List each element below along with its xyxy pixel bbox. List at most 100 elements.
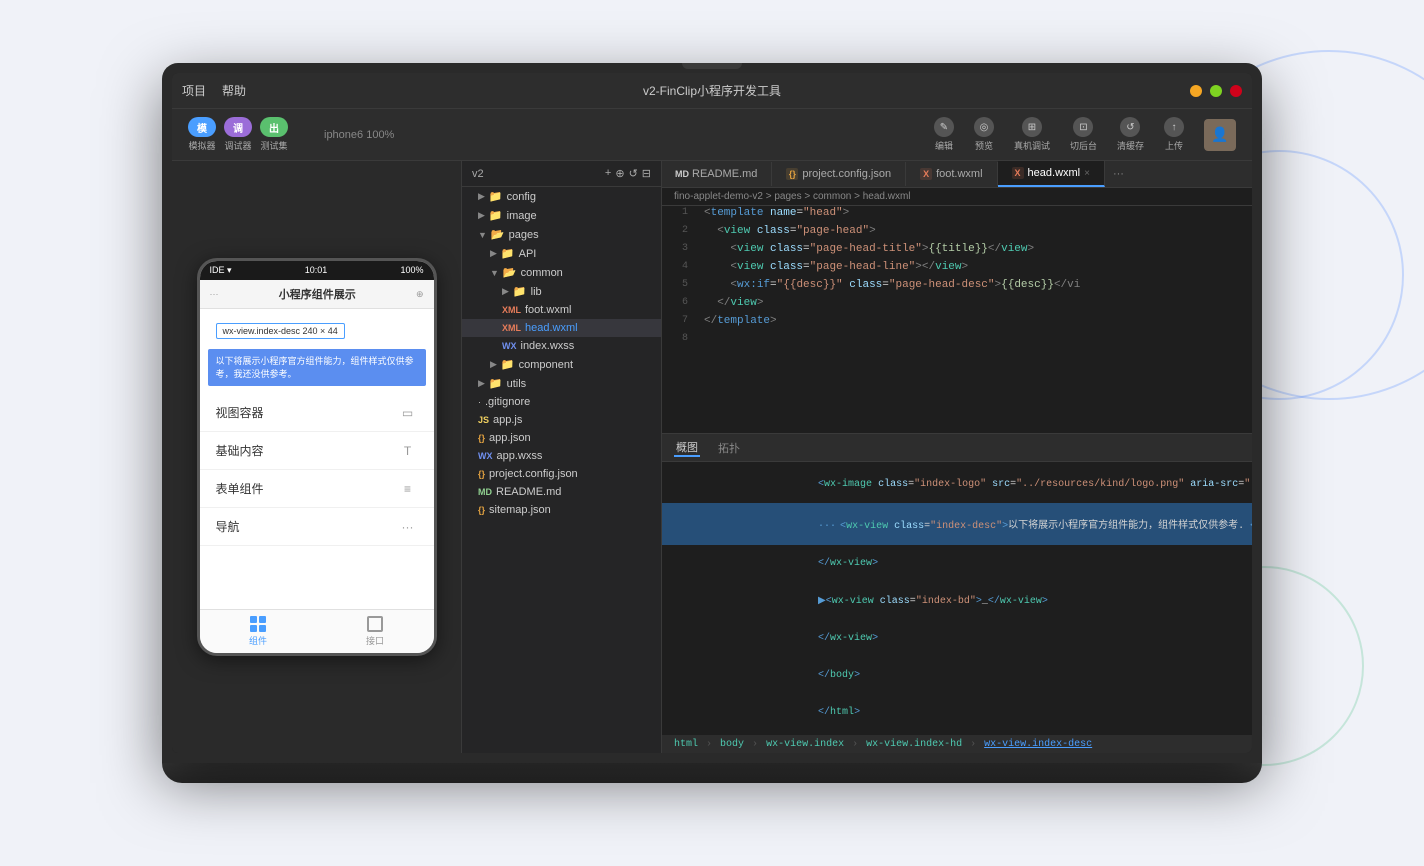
html-line-1[interactable]: <wx-image class="index-logo" src="../res… (662, 466, 1252, 503)
tree-item-project-json[interactable]: {} project.config.json (462, 465, 661, 483)
upload-icon: ↑ (1164, 117, 1184, 137)
edit-icon: ✎ (934, 117, 954, 137)
component-item-basic[interactable]: 基础内容 T (200, 432, 434, 470)
readme-tab-icon: MD (676, 168, 688, 180)
preview-panel: IDE ▾ 10:01 100% ··· 小程序组件展示 ⊕ (172, 161, 462, 753)
html-line-5[interactable]: </wx-view> (662, 620, 1252, 657)
image-label: image (507, 210, 537, 222)
tree-item-config[interactable]: ▶ 📁 config (462, 187, 661, 206)
code-text-2: <view class="page-head"> (698, 224, 1252, 238)
simulator-button[interactable]: 模 模拟器 (188, 117, 216, 152)
tree-root-name: v2 (472, 168, 484, 180)
code-text-5: <wx:if="{{desc}}" class="page-head-desc"… (698, 278, 1252, 292)
elem-wx-view-index[interactable]: wx-view.index (766, 739, 844, 750)
html-line-7[interactable]: </html> (662, 694, 1252, 731)
menu-item-help[interactable]: 帮助 (222, 82, 246, 99)
tree-item-app-js[interactable]: JS app.js (462, 411, 661, 429)
menu-item-project[interactable]: 项目 (182, 82, 206, 99)
tab-foot-wxml[interactable]: X foot.wxml (906, 162, 997, 186)
close-button[interactable] (1230, 85, 1242, 97)
line-num-4: 4 (662, 260, 698, 272)
phone-nav-components[interactable]: 组件 (200, 610, 317, 653)
tree-item-gitignore[interactable]: · .gitignore (462, 393, 661, 411)
code-text-4: <view class="page-head-line"></view> (698, 260, 1252, 274)
devtools-tab-elements[interactable]: 概图 (674, 439, 700, 457)
html-line-4[interactable]: ▶<wx-view class="index-bd">_</wx-view> (662, 582, 1252, 620)
code-editor[interactable]: 1 <template name="head"> 2 <view class="… (662, 206, 1252, 433)
tree-new-folder-icon[interactable]: ⊕ (615, 167, 624, 180)
minimize-button[interactable] (1190, 85, 1202, 97)
testset-button[interactable]: 出 测试集 (260, 117, 288, 152)
user-avatar[interactable]: 👤 (1204, 119, 1236, 151)
tree-item-image[interactable]: ▶ 📁 image (462, 206, 661, 225)
tree-item-pages[interactable]: ▼ 📂 pages (462, 225, 661, 244)
tree-item-common[interactable]: ▼ 📂 common (462, 263, 661, 282)
elem-wx-view-index-desc[interactable]: wx-view.index-desc (984, 739, 1092, 750)
config-folder-icon: 📁 (489, 190, 503, 203)
phone-status-right: 100% (400, 265, 423, 276)
html-line-3[interactable]: </wx-view> (662, 545, 1252, 582)
tree-item-app-json[interactable]: {} app.json (462, 429, 661, 447)
component-item-view[interactable]: 视图容器 ▭ (200, 394, 434, 432)
toolbar-right: ✎ 编辑 ◎ 预览 ⊞ 真机调试 ⊡ 切后台 (934, 117, 1236, 152)
html-line-2[interactable]: ···<wx-view class="index-desc">以下将展示小程序官… (662, 503, 1252, 545)
head-wxml-tab-label: head.wxml (1028, 167, 1081, 179)
component-item-form[interactable]: 表单组件 ≡ (200, 470, 434, 508)
debugger-button[interactable]: 调 调试器 (224, 117, 252, 152)
maximize-button[interactable] (1210, 85, 1222, 97)
tab-project-config[interactable]: {} project.config.json (772, 162, 906, 186)
tree-item-app-wxss[interactable]: WX app.wxss (462, 447, 661, 465)
foot-wxml-tab-label: foot.wxml (936, 168, 982, 180)
tab-more-button[interactable]: ··· (1105, 168, 1132, 180)
tree-item-foot-wxml[interactable]: XML foot.wxml (462, 301, 661, 319)
tree-collapse-icon[interactable]: ⊟ (642, 167, 651, 180)
sitemap-type-icon: {} (478, 505, 485, 515)
laptop-screen: 项目 帮助 v2-FinClip小程序开发工具 模 (172, 73, 1252, 753)
code-line-1: 1 <template name="head"> (662, 206, 1252, 224)
devtools-panel: <wx-image class="index-logo" src="../res… (662, 462, 1252, 753)
devtools-tab-console[interactable]: 拓扑 (716, 440, 742, 456)
component-item-nav[interactable]: 导航 ··· (200, 508, 434, 546)
tree-item-readme[interactable]: MD README.md (462, 483, 661, 501)
app-wxss-type-icon: WX (478, 451, 493, 461)
utils-folder-icon: 📁 (489, 377, 503, 390)
tree-item-utils[interactable]: ▶ 📁 utils (462, 374, 661, 393)
common-folder-icon: 📂 (503, 266, 517, 279)
html-line-6[interactable]: </body> (662, 657, 1252, 694)
head-wxml-tab-close[interactable]: × (1084, 168, 1090, 179)
preview-tool[interactable]: ◎ 预览 (974, 117, 994, 152)
elem-html[interactable]: html (674, 739, 698, 750)
background-tool[interactable]: ⊡ 切后台 (1070, 117, 1097, 152)
phone-nav-interface[interactable]: 接口 (317, 610, 434, 653)
line-num-3: 3 (662, 242, 698, 254)
foot-wxml-label: foot.wxml (525, 304, 571, 316)
elem-wx-view-index-hd[interactable]: wx-view.index-hd (866, 739, 962, 750)
tab-head-wxml[interactable]: X head.wxml × (998, 161, 1105, 187)
tab-readme[interactable]: MD README.md (662, 162, 772, 186)
edit-tool[interactable]: ✎ 编辑 (934, 117, 954, 152)
form-icon: ≡ (398, 481, 418, 497)
clear-cache-tool[interactable]: ↺ 清缓存 (1117, 117, 1144, 152)
title-bar-controls (1190, 85, 1242, 97)
bottom-content: <wx-image class="index-logo" src="../res… (662, 462, 1252, 753)
tree-item-index-wxss[interactable]: WX index.wxss (462, 337, 661, 355)
head-wxml-label: head.wxml (525, 322, 578, 334)
tab-bar: MD README.md {} project.config.json X fo… (662, 161, 1252, 188)
sitemap-label: sitemap.json (489, 504, 551, 516)
project-json-label: project.config.json (489, 468, 578, 480)
view-icon: ▭ (398, 405, 418, 421)
tree-item-component[interactable]: ▶ 📁 component (462, 355, 661, 374)
tree-new-file-icon[interactable]: + (605, 167, 611, 180)
devtools-html: <wx-image class="index-logo" src="../res… (662, 462, 1252, 735)
elem-body[interactable]: body (720, 739, 744, 750)
device-debug-tool[interactable]: ⊞ 真机调试 (1014, 117, 1050, 152)
tree-item-lib[interactable]: ▶ 📁 lib (462, 282, 661, 301)
upload-tool[interactable]: ↑ 上传 (1164, 117, 1184, 152)
tree-item-sitemap[interactable]: {} sitemap.json (462, 501, 661, 519)
tree-item-head-wxml[interactable]: XML head.wxml (462, 319, 661, 337)
tree-refresh-icon[interactable]: ↺ (629, 167, 638, 180)
tree-item-api[interactable]: ▶ 📁 API (462, 244, 661, 263)
component-item-name-form: 表单组件 (216, 480, 264, 497)
nav-component-label: 组件 (249, 634, 267, 647)
api-label: API (519, 248, 537, 260)
